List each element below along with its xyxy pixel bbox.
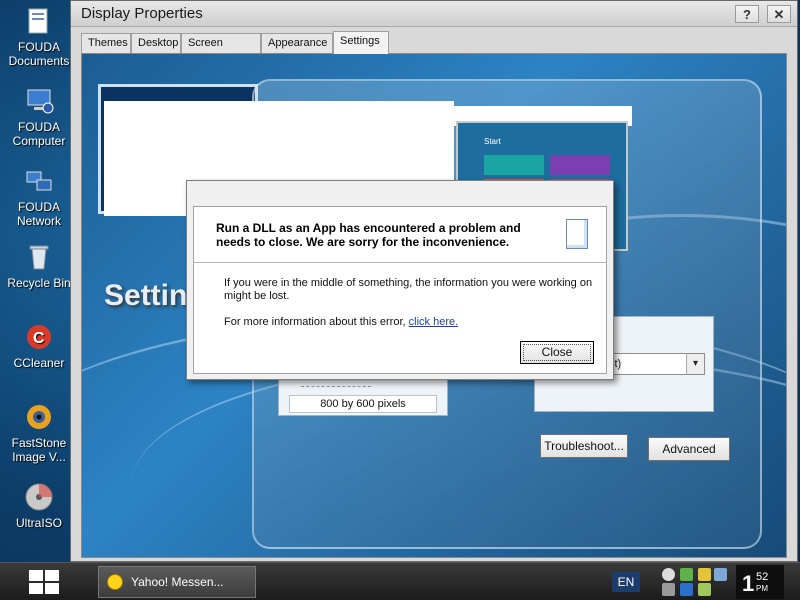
document-icon: [566, 219, 588, 249]
desktop-icon-label: UltraISO: [15, 516, 62, 530]
clock-hour: 1: [742, 571, 755, 596]
desktop-icon-documents[interactable]: FOUDA Documents: [0, 6, 78, 68]
preview-tile: [484, 155, 544, 175]
preview-tile: [550, 155, 610, 175]
tray-icon[interactable]: [714, 568, 727, 581]
advanced-button[interactable]: Advanced: [648, 437, 730, 461]
resolution-slider[interactable]: [301, 379, 371, 387]
taskbar: Yahoo! Messen... EN 1 52 PM: [0, 562, 800, 600]
desktop-icon-label: FOUDA Computer: [12, 120, 66, 148]
folder-documents-icon: [28, 8, 48, 34]
close-window-button[interactable]: ✕: [767, 5, 791, 23]
svg-text:C: C: [33, 330, 45, 347]
tab-settings[interactable]: Settings: [333, 31, 389, 54]
error-dialog-header: Run a DLL as an App has encountered a pr…: [194, 207, 606, 263]
troubleshoot-button[interactable]: Troubleshoot...: [540, 434, 628, 458]
resolution-value: 800 by 600 pixels: [289, 395, 437, 413]
desktop-icon-label: FOUDA Network: [16, 200, 61, 228]
tab-appearance[interactable]: Appearance: [261, 33, 333, 53]
window-title: Display Properties: [81, 5, 203, 22]
chevron-down-icon[interactable]: ▾: [686, 354, 704, 374]
tab-screen-saver[interactable]: Screen Saver: [181, 33, 261, 68]
error-message: If you were in the middle of something, …: [224, 277, 594, 329]
clock-minute: 52: [756, 571, 769, 583]
tray-icon[interactable]: [662, 568, 675, 581]
tab-desktop[interactable]: Desktop: [131, 33, 181, 53]
disc-icon: [25, 483, 53, 511]
system-tray: [658, 565, 728, 599]
click-here-link[interactable]: click here.: [409, 316, 459, 328]
error-dialog-body: Run a DLL as an App has encountered a pr…: [193, 206, 607, 374]
desktop-icon-column: FOUDA Documents FOUDA Computer FOUDA Net…: [0, 0, 71, 560]
desktop-icon-label: FOUDA Documents: [8, 40, 70, 68]
desktop-icon-label: CCleaner: [13, 356, 65, 370]
language-indicator[interactable]: EN: [612, 572, 640, 592]
desktop-icon-ccleaner[interactable]: C CCleaner: [0, 322, 78, 370]
network-icon: [26, 171, 52, 191]
tray-icon[interactable]: [680, 568, 693, 581]
clock-ampm: PM: [756, 584, 768, 593]
error-message-line2: For more information about this error, c…: [224, 316, 594, 329]
taskbar-item-label: Yahoo! Messen...: [131, 575, 224, 589]
desktop-icon-faststone[interactable]: FastStone Image V...: [0, 402, 78, 464]
error-message-line1: If you were in the middle of something, …: [224, 277, 593, 302]
desktop-icon-network[interactable]: FOUDA Network: [0, 166, 78, 228]
close-button[interactable]: Close: [520, 341, 594, 364]
taskbar-item-yahoo-messenger[interactable]: Yahoo! Messen...: [98, 566, 256, 598]
tray-icon[interactable]: [680, 583, 693, 596]
error-heading: Run a DLL as an App has encountered a pr…: [216, 221, 521, 249]
tray-icon[interactable]: [662, 583, 675, 596]
computer-icon: [27, 89, 54, 114]
desktop-icon-label: Recycle Bin: [7, 276, 71, 290]
ccleaner-icon: C: [27, 325, 51, 349]
help-button[interactable]: ?: [735, 5, 759, 23]
window-titlebar[interactable]: Display Properties ? ✕: [71, 1, 797, 27]
desktop-icon-label: FastStone Image V...: [11, 436, 67, 464]
smiley-icon: [107, 574, 123, 590]
recycle-bin-icon: [29, 245, 49, 270]
error-dialog: Run a DLL as an App has encountered a pr…: [186, 180, 614, 380]
tray-icon[interactable]: [698, 583, 711, 596]
desktop-icon-recycle-bin[interactable]: Recycle Bin: [0, 242, 78, 290]
faststone-icon: [27, 405, 51, 429]
preview-tile: Start: [484, 137, 501, 146]
desktop-icon-computer[interactable]: FOUDA Computer: [0, 86, 78, 148]
windows-logo-icon[interactable]: [26, 567, 62, 597]
desktop-icon-ultraiso[interactable]: UltraISO: [0, 482, 78, 530]
error-message-prefix: For more information about this error,: [224, 316, 406, 328]
tab-themes[interactable]: Themes: [81, 33, 131, 53]
tray-icon[interactable]: [698, 568, 711, 581]
clock[interactable]: 1 52 PM: [736, 565, 784, 599]
